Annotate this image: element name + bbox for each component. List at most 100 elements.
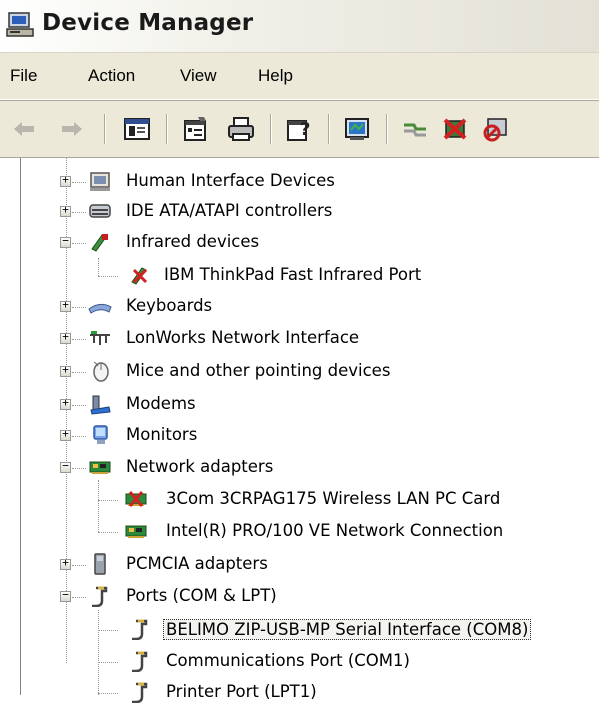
collapse-button[interactable]: − [60,588,71,602]
expand-button[interactable]: + [60,556,71,570]
port-icon [132,651,148,672]
update-driver-icon[interactable] [400,115,430,143]
back-arrow-icon[interactable] [10,115,40,143]
expand-button[interactable]: + [60,427,71,441]
tree-item-ide-controllers[interactable]: + IDE ATA/ATAPI controllers [0,197,599,227]
svg-text:?: ? [300,119,310,140]
tree-item-ports[interactable]: − Ports (COM & LPT) [0,582,599,612]
tree-item-communications-port[interactable]: Communications Port (COM1) [0,647,599,677]
network-adapter-disabled-icon [125,491,147,507]
tree-item-label: Ports (COM & LPT) [126,586,277,605]
tree-branch-line [72,468,86,469]
tree-item-label-selected: BELIMO ZIP-USB-MP Serial Interface (COM8… [163,619,532,640]
infrared-device-icon [91,234,108,252]
tree-branch-line [72,597,86,598]
tree-item-belimo-serial-interface[interactable]: BELIMO ZIP-USB-MP Serial Interface (COM8… [0,615,599,645]
network-adapter-icon [89,461,111,474]
modem-icon [90,395,111,415]
tree-item-label: Human Interface Devices [126,171,335,190]
menu-view[interactable]: View [180,66,217,86]
human-interface-device-icon [90,172,110,191]
tree-branch-line [72,339,86,340]
scan-hardware-icon[interactable] [342,115,372,143]
tree-item-infrared-devices[interactable]: − Infrared devices [0,228,599,258]
tree-branch-line [98,532,118,533]
tree-item-printer-port[interactable]: Printer Port (LPT1) [0,678,599,708]
tree-item-label: Network adapters [126,457,274,476]
tree-branch-line [72,565,86,566]
tree-branch-line [98,500,118,501]
port-icon [92,586,108,607]
menu-file[interactable]: File [10,66,37,86]
tree-item-label: IBM ThinkPad Fast Infrared Port [164,265,422,284]
toolbar: ? [0,101,599,158]
tree-item-3com-wireless-card[interactable]: 3Com 3CRPAG175 Wireless LAN PC Card [0,485,599,515]
tree-branch-line [72,436,86,437]
expand-button[interactable]: + [60,173,71,187]
tree-branch-line [98,276,118,277]
tree-branch-line [98,662,118,663]
menu-action[interactable]: Action [88,66,135,86]
tree-item-keyboards[interactable]: + Keyboards [0,292,599,322]
print-icon[interactable] [226,115,256,143]
toolbar-separator [270,114,271,144]
window-title: Device Manager [42,10,254,36]
collapse-button[interactable]: − [60,234,71,248]
port-icon [132,619,148,640]
forward-arrow-icon[interactable] [56,115,86,143]
tree-item-intel-network-connection[interactable]: Intel(R) PRO/100 VE Network Connection [0,517,599,547]
tree-branch-line [98,630,118,631]
ide-controller-icon [89,204,111,218]
tree-item-ibm-infrared-port[interactable]: IBM ThinkPad Fast Infrared Port [0,261,599,291]
collapse-button[interactable]: − [60,459,71,473]
tree-branch-line [72,182,86,183]
tree-item-mice[interactable]: + Mice and other pointing devices [0,357,599,387]
expand-button[interactable]: + [60,396,71,410]
monitor-icon [93,425,108,444]
tree-item-label: LonWorks Network Interface [126,328,360,347]
expand-button[interactable]: + [60,298,71,312]
menu-help[interactable]: Help [258,66,293,86]
expand-button[interactable]: + [60,363,71,377]
disable-icon[interactable] [480,115,510,143]
device-manager-icon [6,12,34,37]
tree-item-modems[interactable]: + Modems [0,390,599,420]
tree-item-label: Modems [126,394,196,413]
tree-item-label: Infrared devices [126,232,260,251]
title-bar: Device Manager [0,0,599,53]
network-adapter-icon [125,525,147,538]
uninstall-icon[interactable] [440,115,470,143]
tree-item-label: Communications Port (COM1) [166,651,410,670]
tree-branch-line [72,372,86,373]
toolbar-separator [166,114,167,144]
infrared-port-disabled-icon [131,267,148,285]
tree-item-label: Intel(R) PRO/100 VE Network Connection [166,521,504,540]
expand-button[interactable]: + [60,330,71,344]
tree-item-label: Printer Port (LPT1) [166,682,317,701]
expand-button[interactable]: + [60,203,71,217]
help-icon[interactable]: ? [284,115,314,143]
toolbar-separator [328,114,329,144]
menu-bar: File Action View Help [0,53,599,100]
tree-branch-line [72,243,86,244]
pcmcia-adapter-icon [94,553,106,575]
tree-item-lonworks-network-interface[interactable]: + LonWorks Network Interface [0,324,599,354]
keyboard-icon [88,303,112,314]
tree-item-human-interface-devices[interactable]: + Human Interface Devices [0,167,599,197]
show-hide-console-tree-icon[interactable] [122,115,152,143]
tree-branch-line [72,405,86,406]
mouse-icon [93,361,109,382]
tree-item-network-adapters[interactable]: − Network adapters [0,453,599,483]
tree-item-monitors[interactable]: + Monitors [0,421,599,451]
tree-branch-line [72,307,86,308]
toolbar-separator [386,114,387,144]
tree-branch-line [72,212,86,213]
tree-item-label: 3Com 3CRPAG175 Wireless LAN PC Card [166,489,501,508]
toolbar-separator [104,114,105,144]
properties-icon[interactable] [180,115,210,143]
lonworks-network-icon [90,331,110,345]
tree-item-pcmcia-adapters[interactable]: + PCMCIA adapters [0,550,599,580]
tree-item-label: Keyboards [126,296,213,315]
tree-item-label: Monitors [126,425,198,444]
tree-item-label: Mice and other pointing devices [126,361,391,380]
